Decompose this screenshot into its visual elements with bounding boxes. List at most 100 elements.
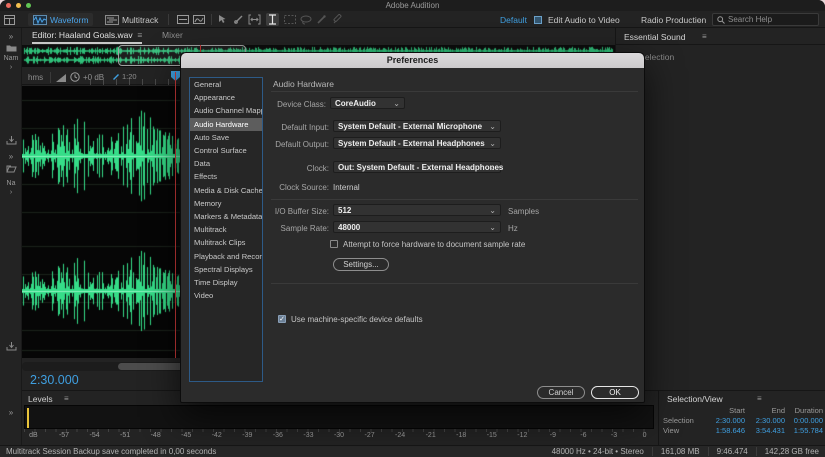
machine-defaults-checkbox[interactable]: ✓ (278, 315, 286, 323)
cancel-button[interactable]: Cancel (537, 386, 585, 399)
left-panel-rail: » Nam › » Na › » (0, 28, 22, 445)
device-class-dropdown[interactable]: CoreAudio ⌄ (330, 97, 405, 109)
table-cell: 0:00.000 (785, 416, 823, 425)
clock-label: Clock: (271, 164, 329, 173)
levels-scale-label: -36 (273, 432, 283, 439)
chevron-down-icon: ⌄ (489, 122, 496, 131)
force-hardware-checkbox[interactable] (330, 240, 338, 248)
waveform-display-icon[interactable] (136, 13, 149, 26)
ruler-unit-label[interactable]: hms (28, 73, 43, 82)
levels-scale-label: -9 (550, 432, 556, 439)
tab-editor[interactable]: Editor: Haaland Goals.wav ≡ (32, 30, 142, 44)
default-input-dropdown[interactable]: System Default - External Microphone ⌄ (333, 120, 501, 132)
essential-sound-panel: Essential Sound ≡ No Selection (615, 28, 825, 390)
panel-menu-icon[interactable]: ≡ (64, 394, 69, 403)
force-hardware-label[interactable]: Attempt to force hardware to document sa… (343, 240, 525, 249)
levels-scale-label: dB (29, 432, 38, 439)
slip-tool-icon[interactable] (248, 13, 261, 26)
playhead-line[interactable] (175, 72, 176, 358)
settings-button[interactable]: Settings... (333, 258, 389, 271)
workspace-edit-audio-to-video-button[interactable]: Edit Audio to Video (548, 13, 620, 26)
volume-fader-icon[interactable] (56, 74, 66, 82)
preferences-category-markers-metadata[interactable]: Markers & Metadata (190, 210, 262, 223)
paintbrush-tool-icon[interactable] (315, 13, 328, 26)
preferences-category-appearance[interactable]: Appearance (190, 91, 262, 104)
search-help-input[interactable]: Search Help (712, 13, 819, 26)
chevron-double-right-icon[interactable]: » (0, 408, 22, 417)
row-label: Selection (663, 416, 707, 425)
preferences-category-multitrack[interactable]: Multitrack (190, 223, 262, 236)
device-class-label: Device Class: (271, 100, 326, 109)
tab-mixer[interactable]: Mixer (162, 30, 183, 40)
move-tool-icon[interactable] (216, 13, 229, 26)
preferences-category-memory[interactable]: Memory (190, 197, 262, 210)
sample-rate-dropdown[interactable]: 48000 ⌄ (333, 221, 501, 233)
chevron-down-icon: ⌄ (489, 163, 496, 172)
panel-menu-icon[interactable]: ≡ (702, 32, 707, 41)
essential-sound-title[interactable]: Essential Sound (624, 32, 685, 42)
marquee-selection-tool-icon[interactable] (283, 13, 296, 26)
column-header: End (745, 406, 785, 415)
levels-scale-label: -54 (89, 432, 99, 439)
current-time-display[interactable]: 2:30.000 (30, 373, 79, 387)
selection-view-title[interactable]: Selection/View (667, 394, 723, 404)
preferences-category-spectral-displays[interactable]: Spectral Displays (190, 263, 262, 276)
preferences-category-media-disk-cache[interactable]: Media & Disk Cache (190, 184, 262, 197)
chevron-right-icon[interactable]: › (0, 189, 22, 196)
time-selection-tool-icon[interactable] (266, 13, 279, 26)
levels-title[interactable]: Levels (28, 394, 53, 404)
spot-healing-tool-icon[interactable] (331, 13, 344, 26)
ruler-divider (50, 72, 51, 83)
io-buffer-unit: Samples (508, 207, 539, 216)
preferences-category-audio-hardware[interactable]: Audio Hardware (190, 118, 262, 131)
clock-dropdown[interactable]: Out: System Default - External Headphone… (333, 161, 501, 173)
preferences-category-general[interactable]: General (190, 78, 262, 91)
status-format: 48000 Hz • 24-bit • Stereo (552, 447, 644, 456)
preferences-category-video[interactable]: Video (190, 289, 262, 302)
chevron-right-icon[interactable]: › (0, 64, 22, 71)
preferences-dialog-title[interactable]: Preferences (181, 53, 644, 68)
levels-scale-label: -48 (151, 432, 161, 439)
chevron-double-right-icon[interactable]: » (0, 152, 22, 161)
preferences-category-control-surface[interactable]: Control Surface (190, 144, 262, 157)
workspace-panel-icon[interactable] (3, 13, 16, 26)
workspace-overflow-button[interactable]: » (697, 13, 702, 26)
machine-defaults-label[interactable]: Use machine-specific device defaults (291, 315, 423, 324)
panel-menu-icon[interactable]: ≡ (137, 30, 142, 40)
show-spectral-icon[interactable] (192, 13, 205, 26)
workspace-default-button[interactable]: Default (500, 13, 527, 26)
io-buffer-dropdown[interactable]: 512 ⌄ (333, 204, 501, 216)
ok-button[interactable]: OK (591, 386, 639, 399)
panel-menu-icon[interactable]: ≡ (757, 394, 762, 403)
levels-scale-label: -6 (580, 432, 586, 439)
divider (616, 44, 825, 45)
preferences-category-time-display[interactable]: Time Display (190, 276, 262, 289)
lasso-selection-tool-icon[interactable] (299, 13, 312, 26)
waveform-mode-label: Waveform (50, 15, 88, 25)
import-file-icon[interactable] (0, 136, 22, 145)
table-cell: 2:30.000 (707, 416, 745, 425)
level-indicator (27, 408, 29, 428)
preferences-category-auto-save[interactable]: Auto Save (190, 131, 262, 144)
media-browser-icon[interactable] (0, 165, 22, 173)
workspace-modified-icon[interactable] (531, 13, 544, 26)
folder-icon[interactable] (0, 44, 22, 52)
preferences-category-audio-channel-mapping[interactable]: Audio Channel Mapping (190, 104, 262, 117)
chevron-double-right-icon[interactable]: » (0, 32, 22, 41)
show-waveform-icon[interactable] (176, 13, 189, 26)
preferences-category-effects[interactable]: Effects (190, 170, 262, 183)
preferences-category-multitrack-clips[interactable]: Multitrack Clips (190, 236, 262, 249)
default-output-dropdown[interactable]: System Default - External Headphones ⌄ (333, 137, 501, 149)
waveform-mode-button[interactable]: Waveform (28, 13, 93, 26)
files-panel-label[interactable]: Nam (0, 55, 22, 62)
preferences-category-playback-and-recording[interactable]: Playback and Recording (190, 249, 262, 262)
preferences-category-data[interactable]: Data (190, 157, 262, 170)
workspace-edit-audio-label: Edit Audio to Video (548, 15, 620, 25)
divider (652, 447, 653, 456)
main-toolbar: Waveform Multitrack (0, 11, 825, 28)
favorites-panel-label[interactable]: Na (0, 180, 22, 187)
razor-tool-icon[interactable] (232, 13, 245, 26)
levels-scale: dB-57-54-51-48-45-42-39-36-33-30-27-24-2… (24, 430, 654, 442)
multitrack-mode-button[interactable]: Multitrack (100, 13, 163, 26)
import-file-icon[interactable] (0, 342, 22, 351)
